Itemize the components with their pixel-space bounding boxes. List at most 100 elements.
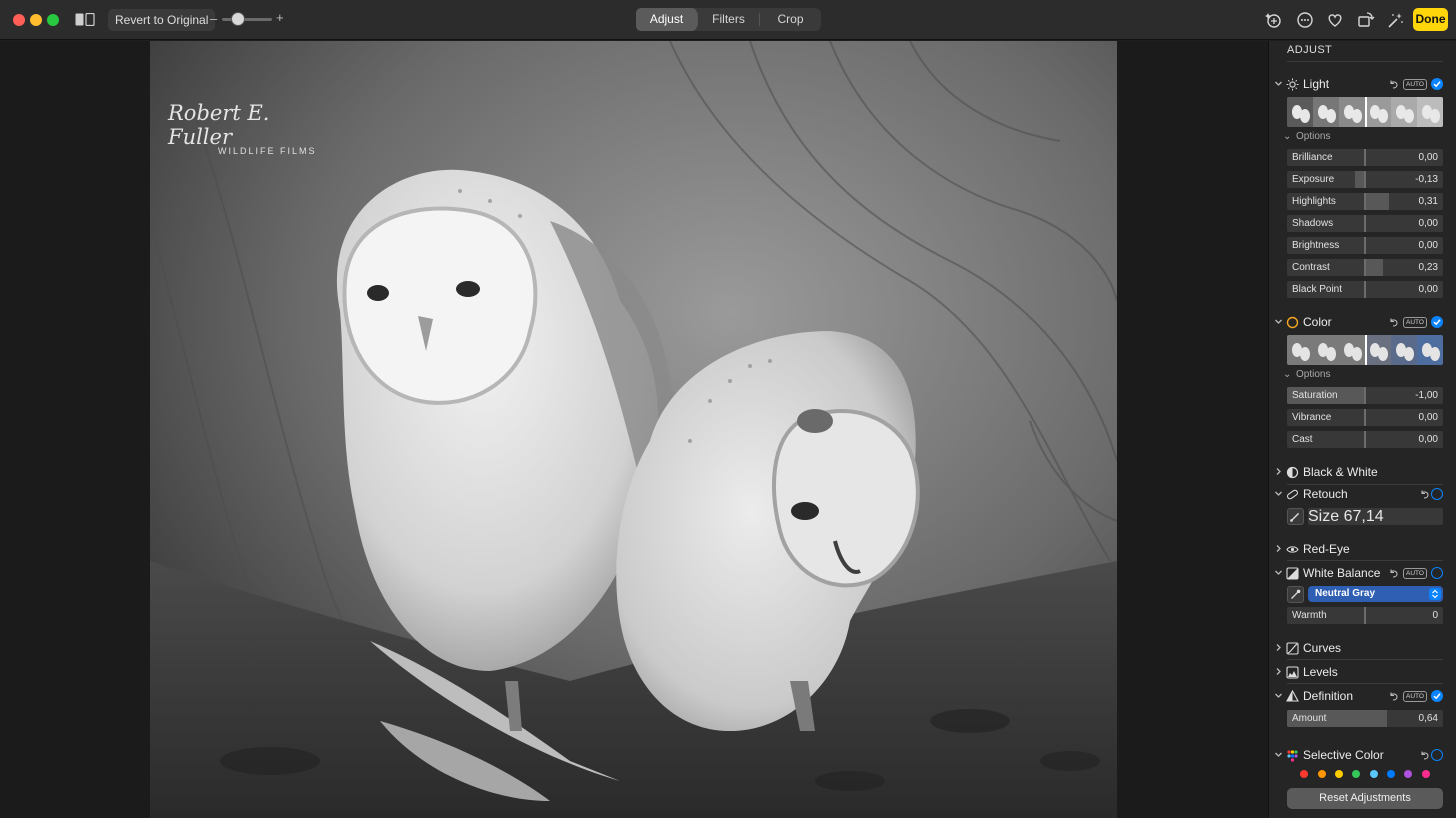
undo-icon[interactable] xyxy=(1388,691,1399,702)
auto-button[interactable]: AUTO xyxy=(1403,691,1427,702)
close-window-button[interactable] xyxy=(13,14,25,26)
color-swatch[interactable] xyxy=(1369,770,1378,778)
auto-button[interactable]: AUTO xyxy=(1403,317,1427,328)
chevron-right-icon[interactable] xyxy=(1274,467,1283,476)
magic-wand-icon[interactable] xyxy=(1384,9,1406,31)
section-red-eye[interactable]: Red-Eye xyxy=(1269,540,1456,560)
slider-value[interactable]: -1,00 xyxy=(1415,390,1438,401)
chevron-down-icon[interactable] xyxy=(1274,568,1283,577)
chevron-right-icon[interactable] xyxy=(1274,643,1283,652)
slider-exposure[interactable]: Exposure -0,13 xyxy=(1287,171,1443,188)
light-options-toggle[interactable]: ⌄ Options xyxy=(1283,131,1330,142)
slider-warmth[interactable]: Warmth 0 xyxy=(1287,607,1443,624)
slider-shadows[interactable]: Shadows 0,00 xyxy=(1287,215,1443,232)
slider-highlights[interactable]: Highlights 0,31 xyxy=(1287,193,1443,210)
color-swatch[interactable] xyxy=(1404,770,1413,778)
slider-value[interactable]: 0,64 xyxy=(1419,713,1438,724)
color-swatch[interactable] xyxy=(1335,770,1343,778)
color-thumbnail-strip[interactable] xyxy=(1287,335,1443,365)
enable-toggle[interactable] xyxy=(1431,567,1443,579)
chevron-down-icon[interactable] xyxy=(1274,750,1283,759)
chevron-down-icon[interactable] xyxy=(1274,489,1283,498)
slider-black-point[interactable]: Black Point 0,00 xyxy=(1287,281,1443,298)
white-balance-mode-select[interactable]: Neutral Gray xyxy=(1308,586,1443,602)
zoom-window-button[interactable] xyxy=(47,14,59,26)
eyedropper-icon[interactable] xyxy=(1287,586,1304,603)
favorite-icon[interactable] xyxy=(1324,9,1346,31)
color-swatch[interactable] xyxy=(1421,770,1430,778)
slider-value[interactable]: 0,00 xyxy=(1419,434,1438,445)
slider-value[interactable]: 0,31 xyxy=(1419,196,1438,207)
auto-button[interactable]: AUTO xyxy=(1403,568,1427,579)
slider-value[interactable]: -0,13 xyxy=(1415,174,1438,185)
slider-cast[interactable]: Cast 0,00 xyxy=(1287,431,1443,448)
undo-icon[interactable] xyxy=(1419,489,1430,500)
reset-adjustments-button[interactable]: Reset Adjustments xyxy=(1287,788,1443,809)
auto-enhance-icon[interactable] xyxy=(1263,9,1285,31)
undo-icon[interactable] xyxy=(1388,317,1399,328)
minimize-window-button[interactable] xyxy=(30,14,42,26)
undo-icon[interactable] xyxy=(1388,79,1399,90)
zoom-slider-track[interactable] xyxy=(222,18,272,21)
section-light[interactable]: Light AUTO xyxy=(1269,75,1456,95)
undo-icon[interactable] xyxy=(1419,750,1430,761)
color-swatch[interactable] xyxy=(1300,770,1309,778)
enabled-check-icon[interactable] xyxy=(1431,78,1443,90)
rotate-icon[interactable] xyxy=(1355,9,1377,31)
slider-value[interactable]: 0 xyxy=(1432,610,1438,621)
section-definition[interactable]: Definition AUTO xyxy=(1269,687,1456,707)
revert-to-original-button[interactable]: Revert to Original xyxy=(108,9,216,31)
section-black-white[interactable]: Black & White xyxy=(1269,463,1456,483)
slider-saturation[interactable]: Saturation -1,00 xyxy=(1287,387,1443,404)
enable-toggle[interactable] xyxy=(1431,749,1443,761)
slider-value[interactable]: 0,00 xyxy=(1419,218,1438,229)
select-value: Neutral Gray xyxy=(1315,588,1376,599)
selective-color-swatches[interactable] xyxy=(1287,770,1443,778)
light-thumbnail-strip[interactable] xyxy=(1287,97,1443,127)
levels-icon xyxy=(1286,666,1299,679)
chevron-down-icon[interactable] xyxy=(1274,79,1283,88)
slider-value[interactable]: 0,00 xyxy=(1419,284,1438,295)
undo-icon[interactable] xyxy=(1388,568,1399,579)
section-label: Retouch xyxy=(1303,487,1348,501)
more-icon[interactable] xyxy=(1294,9,1316,31)
enable-toggle[interactable] xyxy=(1431,488,1443,500)
section-levels[interactable]: Levels xyxy=(1269,663,1456,683)
tab-adjust[interactable]: Adjust xyxy=(636,8,697,31)
section-curves[interactable]: Curves xyxy=(1269,639,1456,659)
slider-label: Highlights xyxy=(1292,196,1336,207)
slider-retouch-size[interactable]: Size 67,14 xyxy=(1308,508,1443,525)
chevron-right-icon[interactable] xyxy=(1274,544,1283,553)
tab-filters[interactable]: Filters xyxy=(698,8,759,31)
edited-photo[interactable] xyxy=(150,41,1117,818)
slider-definition-amount[interactable]: Amount 0,64 xyxy=(1287,710,1443,727)
zoom-slider-thumb[interactable] xyxy=(231,12,245,26)
chevron-right-icon[interactable] xyxy=(1274,667,1283,676)
slider-brightness[interactable]: Brightness 0,00 xyxy=(1287,237,1443,254)
chevron-down-icon[interactable] xyxy=(1274,691,1283,700)
done-button[interactable]: Done xyxy=(1413,8,1448,31)
slider-vibrance[interactable]: Vibrance 0,00 xyxy=(1287,409,1443,426)
slider-value[interactable]: 0,00 xyxy=(1419,152,1438,163)
color-swatch[interactable] xyxy=(1352,770,1361,778)
brush-icon[interactable] xyxy=(1287,508,1304,525)
slider-value[interactable]: 0,00 xyxy=(1419,240,1438,251)
slider-contrast[interactable]: Contrast 0,23 xyxy=(1287,259,1443,276)
section-color[interactable]: Color AUTO xyxy=(1269,313,1456,333)
section-selective-color[interactable]: Selective Color xyxy=(1269,746,1456,766)
color-options-toggle[interactable]: ⌄ Options xyxy=(1283,369,1330,380)
slider-brilliance[interactable]: Brilliance 0,00 xyxy=(1287,149,1443,166)
enabled-check-icon[interactable] xyxy=(1431,690,1443,702)
color-swatch[interactable] xyxy=(1387,770,1395,778)
slider-value[interactable]: 0,23 xyxy=(1419,262,1438,273)
slider-value[interactable]: 0,00 xyxy=(1419,412,1438,423)
tab-crop[interactable]: Crop xyxy=(760,8,821,31)
color-swatch[interactable] xyxy=(1317,770,1326,778)
enabled-check-icon[interactable] xyxy=(1431,316,1443,328)
slider-value[interactable]: 67,14 xyxy=(1344,508,1384,525)
section-retouch[interactable]: Retouch xyxy=(1269,485,1456,505)
section-white-balance[interactable]: White Balance AUTO xyxy=(1269,564,1456,584)
chevron-down-icon[interactable] xyxy=(1274,317,1283,326)
split-view-icon[interactable] xyxy=(75,13,95,26)
auto-button[interactable]: AUTO xyxy=(1403,79,1427,90)
